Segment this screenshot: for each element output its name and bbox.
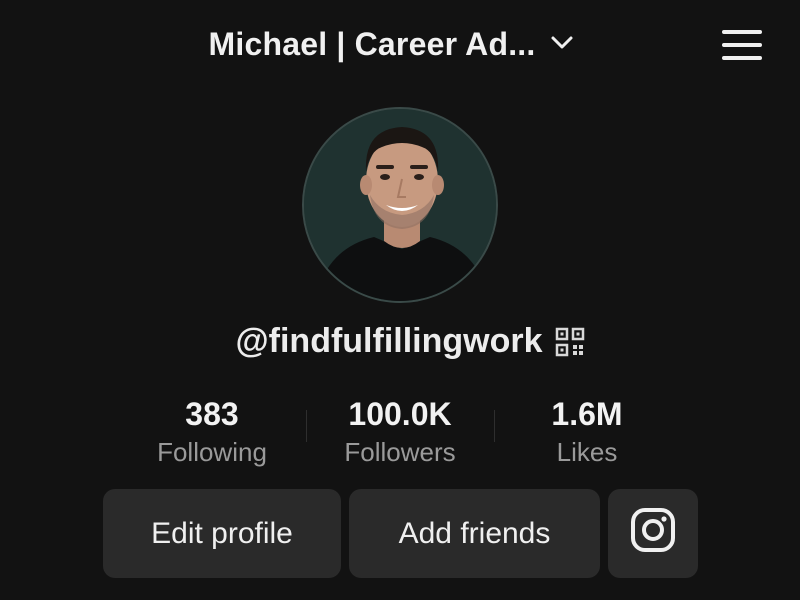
- account-name: Michael | Career Ad...: [208, 26, 536, 62]
- hamburger-menu-icon[interactable]: [722, 28, 764, 62]
- qr-code-icon[interactable]: [555, 327, 585, 357]
- profile-screen: Michael | Career Ad... @findfulfillingwo…: [0, 0, 800, 600]
- add-friends-button[interactable]: Add friends: [349, 489, 600, 578]
- stat-followers[interactable]: 100.0K Followers: [300, 392, 500, 468]
- stat-following[interactable]: 383 Following: [112, 392, 312, 468]
- username-handle: @findfulfillingwork: [235, 322, 543, 360]
- edit-profile-label: Edit profile: [151, 516, 293, 550]
- add-friends-label: Add friends: [398, 516, 551, 550]
- avatar[interactable]: [302, 107, 498, 303]
- profile-photo: [304, 109, 496, 301]
- followers-count: 100.0K: [348, 396, 452, 432]
- edit-profile-button[interactable]: Edit profile: [103, 489, 341, 578]
- stat-likes[interactable]: 1.6M Likes: [487, 392, 687, 468]
- followers-label: Followers: [344, 437, 456, 467]
- likes-count: 1.6M: [551, 396, 623, 432]
- following-label: Following: [157, 437, 267, 467]
- following-count: 383: [185, 396, 239, 432]
- account-switcher[interactable]: Michael | Career Ad...: [209, 26, 582, 63]
- instagram-icon: [630, 507, 676, 561]
- header: Michael | Career Ad...: [0, 26, 800, 63]
- likes-label: Likes: [556, 437, 618, 467]
- handle-row: @findfulfillingwork: [0, 322, 800, 361]
- instagram-button[interactable]: [608, 489, 698, 578]
- chevron-down-icon: [549, 29, 575, 55]
